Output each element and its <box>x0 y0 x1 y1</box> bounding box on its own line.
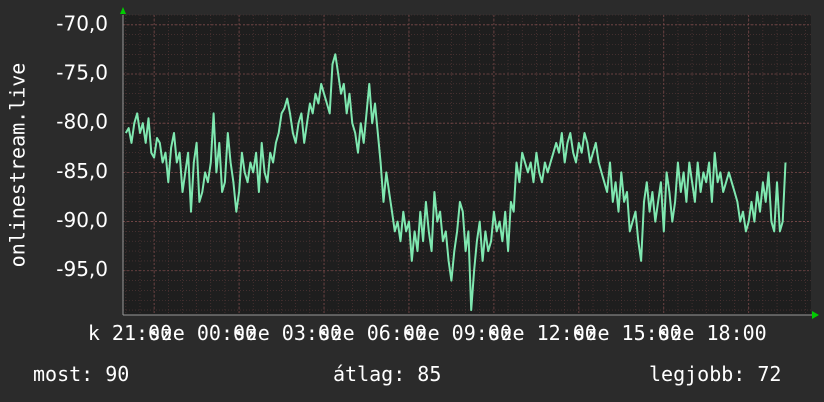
x-tick-label: sze 18:00 <box>658 321 766 345</box>
stat-current: most: 90 <box>33 362 130 386</box>
stat-average: átlag: 85 <box>333 362 442 386</box>
y-tick-label: -90,0 <box>56 208 108 232</box>
line-chart: -70,0 -75,0 -80,0 -85,0 -90,0 -95,0 k 21:00sz… <box>6 7 819 345</box>
y-tick-label: -70,0 <box>56 11 108 35</box>
y-axis-ticks: -70,0 -75,0 -80,0 -85,0 -90,0 -95,0 <box>56 11 108 281</box>
y-tick-label: -95,0 <box>56 257 108 281</box>
y-axis-label: onlinestream.live <box>6 63 30 268</box>
y-axis-arrow-icon <box>120 7 126 14</box>
y-tick-label: -85,0 <box>56 159 108 183</box>
x-axis-ticks: k 21:00sze 00:00sze 03:00sze 06:00sze 09… <box>88 321 767 345</box>
y-tick-label: -80,0 <box>56 110 108 134</box>
stat-best: legjobb: 72 <box>649 362 782 386</box>
x-axis-arrow-icon <box>812 311 819 319</box>
y-tick-label: -75,0 <box>56 61 108 85</box>
